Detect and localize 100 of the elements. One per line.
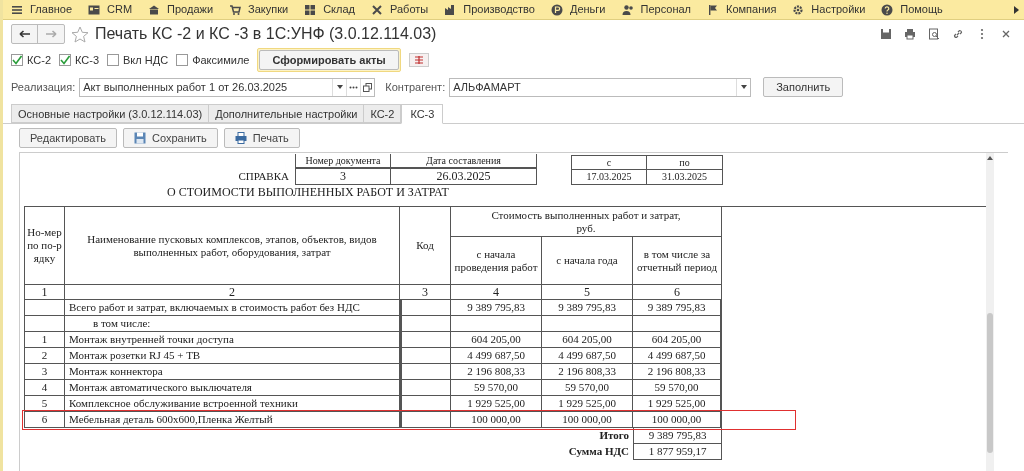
menu-item[interactable]: Закупки bbox=[227, 0, 291, 19]
table-cell bbox=[400, 380, 451, 396]
vertical-scrollbar[interactable] bbox=[986, 153, 994, 471]
table-cell: 604 205,00 bbox=[542, 332, 633, 348]
table-cell: 100 000,00 bbox=[451, 412, 542, 428]
checkmark-icon bbox=[60, 55, 70, 65]
menu-item[interactable]: Помощь bbox=[879, 0, 945, 19]
link-icon[interactable] bbox=[952, 28, 964, 40]
table-cell bbox=[400, 332, 451, 348]
document-title: СПРАВКА bbox=[237, 168, 290, 184]
menu-item[interactable]: Персонал bbox=[619, 0, 693, 19]
table-cell: Мебельная деталь 600х600,Пленка Желтый bbox=[65, 412, 400, 428]
column-number: 5 bbox=[542, 285, 633, 300]
image-thumbnail-icon[interactable] bbox=[408, 53, 429, 67]
help-icon bbox=[881, 3, 894, 16]
back-arrow-icon bbox=[18, 30, 31, 38]
menu-item[interactable]: Работы bbox=[369, 0, 431, 19]
forward-arrow-icon bbox=[45, 30, 57, 38]
people-icon bbox=[621, 3, 634, 16]
checkbox-label: Вкл НДС bbox=[123, 52, 169, 68]
open-copy-icon[interactable] bbox=[363, 82, 373, 92]
table-cell: 6 bbox=[25, 412, 65, 428]
table-cell: 4 499 687,50 bbox=[451, 348, 542, 364]
menu-icon bbox=[11, 3, 23, 16]
star-icon[interactable] bbox=[71, 25, 89, 43]
table-cell: Монтаж коннектора bbox=[65, 364, 400, 380]
table-cell bbox=[400, 396, 451, 412]
close-icon[interactable] bbox=[1000, 28, 1012, 40]
column-header: Но-мер по по-рядку bbox=[25, 207, 65, 285]
menu-item[interactable]: Главное bbox=[9, 0, 75, 19]
tab[interactable]: Дополнительные настройки bbox=[209, 104, 365, 123]
scroll-right-icon[interactable] bbox=[1013, 4, 1020, 15]
menu-item[interactable]: Продажи bbox=[146, 0, 216, 19]
id-card-icon bbox=[88, 3, 101, 16]
table-cell: 26.03.2025 bbox=[390, 167, 536, 184]
scroll-up-icon[interactable] bbox=[987, 156, 993, 160]
document-subtitle: О СТОИМОСТИ ВЫПОЛНЕННЫХ РАБОТ И ЗАТРАТ bbox=[166, 185, 450, 200]
table-cell: в том числе: bbox=[65, 316, 400, 332]
table-cell: 604 205,00 bbox=[633, 332, 722, 348]
checkbox[interactable] bbox=[176, 54, 189, 66]
column-header: Код bbox=[400, 207, 451, 285]
ellipsis-icon[interactable] bbox=[349, 85, 359, 89]
total-label: Итого bbox=[598, 428, 630, 443]
table-cell: 1 bbox=[25, 332, 65, 348]
menu-item[interactable]: Настройки bbox=[790, 0, 868, 19]
menu-item[interactable]: CRM bbox=[86, 0, 135, 19]
table-cell: Монтаж автоматического выключателя bbox=[65, 380, 400, 396]
checkbox-label: КС-2 bbox=[27, 52, 51, 68]
column-number: 1 bbox=[25, 285, 65, 300]
counterparty-field[interactable]: АЛЬФАМАРТ bbox=[449, 77, 752, 97]
table-cell bbox=[400, 412, 451, 428]
checkbox[interactable] bbox=[11, 54, 23, 66]
menu-item[interactable]: Производство bbox=[442, 0, 537, 19]
total-label: Сумма НДС bbox=[567, 444, 630, 459]
column-number: 6 bbox=[633, 285, 722, 300]
table-cell bbox=[400, 316, 451, 332]
save-icon[interactable] bbox=[880, 28, 892, 40]
tab[interactable]: КС-2 bbox=[364, 104, 402, 123]
menu-item[interactable]: Склад bbox=[302, 0, 357, 19]
toolbar-button[interactable]: Сохранить bbox=[123, 128, 218, 148]
menu-item[interactable]: Компания bbox=[705, 0, 779, 19]
print-icon[interactable] bbox=[904, 28, 916, 40]
table-cell: 4 499 687,50 bbox=[542, 348, 633, 364]
fill-button[interactable]: Заполнить bbox=[763, 77, 844, 97]
tab[interactable]: КС-3 bbox=[401, 104, 444, 124]
factory-icon bbox=[444, 3, 457, 16]
column-header: по bbox=[646, 155, 722, 169]
table-cell bbox=[25, 316, 65, 332]
toolbar-button[interactable]: Печать bbox=[223, 128, 300, 148]
realization-field[interactable]: Акт выполненных работ 1 от 26.03.2025 bbox=[79, 77, 376, 97]
menu-item[interactable]: Деньги bbox=[548, 0, 608, 19]
column-number: 3 bbox=[400, 285, 451, 300]
column-header: Наименование пусковых комплексов, этапов, объектов, видов выполненных работ, оборудования, затрат bbox=[65, 207, 400, 285]
table-cell: 3 bbox=[25, 364, 65, 380]
table-cell: 1 929 525,00 bbox=[542, 396, 633, 412]
toolbar-button[interactable]: Редактировать bbox=[19, 128, 117, 148]
table-cell: Всего работ и затрат, включаемых в стоимость работ без НДС bbox=[65, 300, 400, 316]
checkmark-icon bbox=[12, 55, 22, 65]
table-cell bbox=[400, 364, 451, 380]
dropdown-icon[interactable] bbox=[740, 85, 747, 89]
preview-icon[interactable] bbox=[928, 28, 940, 40]
grid-icon bbox=[304, 3, 317, 16]
table-cell: 59 570,00 bbox=[542, 380, 633, 396]
generate-acts-button[interactable]: Сформировать акты bbox=[259, 50, 399, 70]
table-cell: Комплексное обслуживание встроенной техники bbox=[65, 396, 400, 412]
coin-icon bbox=[550, 3, 563, 16]
dropdown-icon[interactable] bbox=[336, 85, 343, 89]
window-title: Печать КС -2 и КС -3 в 1С:УНФ (3.0.12.114.03) bbox=[95, 24, 437, 44]
checkbox[interactable] bbox=[59, 54, 71, 66]
table-cell bbox=[25, 300, 65, 316]
field-label: Реализация: bbox=[11, 79, 76, 95]
checkbox[interactable] bbox=[107, 54, 120, 66]
table-cell: 59 570,00 bbox=[451, 380, 542, 396]
table-cell: 2 196 808,33 bbox=[633, 364, 722, 380]
table-cell: 1 929 525,00 bbox=[633, 396, 722, 412]
tools-icon bbox=[371, 3, 383, 16]
column-header: Номер документа bbox=[295, 154, 390, 167]
table-cell: 5 bbox=[25, 396, 65, 412]
tab[interactable]: Основные настройки (3.0.12.114.03) bbox=[11, 104, 210, 123]
table-cell: 59 570,00 bbox=[633, 380, 722, 396]
